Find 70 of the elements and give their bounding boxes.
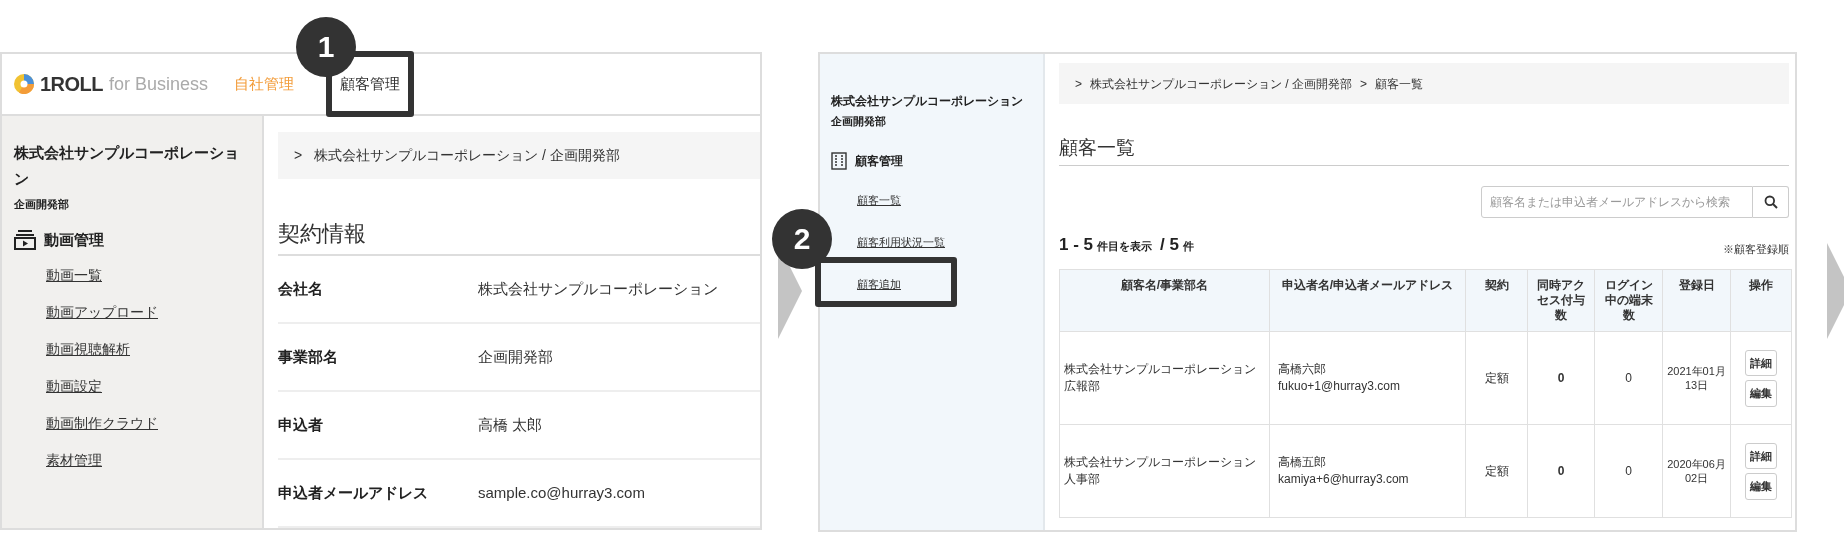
table-cell: 定額	[1465, 331, 1528, 425]
column-header: 同時アクセス付与数	[1527, 269, 1595, 332]
search-button[interactable]	[1753, 185, 1789, 218]
field-label: 事業部名	[278, 346, 339, 367]
table-cell: 高橋五郎 kamiya+6@hurray3.com	[1269, 424, 1466, 518]
sidebar-link[interactable]: 顧客一覧	[857, 193, 901, 206]
section-title: 動画管理	[44, 229, 104, 250]
column-header: 顧客名/事業部名	[1059, 269, 1270, 332]
table-cell: 高橋六郎 fukuo+1@hurray3.com	[1269, 331, 1466, 425]
breadcrumb-separator: >	[1360, 75, 1368, 93]
breadcrumb-separator: >	[1075, 75, 1082, 93]
section-title: 顧客管理	[855, 152, 903, 170]
action-button[interactable]: 詳細	[1745, 349, 1777, 376]
table-cell: 0	[1594, 331, 1663, 425]
page-title: 顧客一覧	[1059, 134, 1789, 166]
table-cell: 定額	[1465, 424, 1528, 518]
field-value: sample.co@hurray3.com	[478, 482, 645, 503]
field-label: 申込者	[278, 414, 324, 435]
step-badge: 2	[772, 208, 832, 269]
building-icon	[831, 151, 847, 170]
search-icon	[1763, 194, 1778, 209]
action-button[interactable]: 詳細	[1745, 442, 1777, 469]
table-cell: 0	[1527, 424, 1595, 518]
field-label: 会社名	[278, 278, 324, 299]
table-cell: 2021年01月13日	[1662, 331, 1731, 425]
sidebar-link[interactable]: 顧客追加	[857, 277, 901, 290]
logo-text: 1ROLL	[40, 72, 104, 97]
field-value: 高橋 太郎	[478, 414, 543, 435]
breadcrumb-link[interactable]: 株式会社サンプルコーポレーション / 企画開発部	[314, 145, 620, 166]
sidebar-link[interactable]: 顧客利用状況一覧	[857, 235, 945, 248]
table-cell: 株式会社サンプルコーポレーション 人事部	[1059, 424, 1270, 518]
field-value: 企画開発部	[478, 346, 553, 367]
sort-note: ※顧客登録順	[1723, 241, 1789, 257]
column-header: 操作	[1730, 269, 1792, 332]
field-label: 申込者メールアドレス	[278, 482, 429, 503]
sidebar-link[interactable]: 素材管理	[46, 452, 102, 468]
logo-subtitle: for Business	[109, 72, 209, 96]
table-cell: 0	[1594, 424, 1663, 518]
column-header: ログイン中の端末数	[1594, 269, 1663, 332]
column-header: 契約	[1465, 269, 1528, 332]
company-name: 株式会社サンプルコーポレーション	[14, 143, 240, 189]
field-value: 株式会社サンプルコーポレーション	[478, 278, 718, 299]
sidebar-link[interactable]: 動画制作クラウド	[46, 415, 158, 431]
logo-icon	[14, 74, 34, 94]
arrow-icon	[1827, 243, 1844, 339]
result-range: 1 - 5	[1059, 233, 1094, 256]
sidebar-link[interactable]: 動画アップロード	[46, 304, 158, 320]
page-title: 契約情報	[278, 217, 760, 256]
video-icon	[14, 229, 36, 250]
result-range-label: 件目を表示	[1097, 238, 1153, 254]
department-name: 企画開発部	[14, 197, 70, 212]
sidebar-link[interactable]: 動画設定	[46, 378, 102, 394]
company-name: 株式会社サンプルコーポレーション	[831, 93, 1024, 110]
breadcrumb-link[interactable]: 顧客一覧	[1375, 74, 1424, 93]
step-badge: 1	[296, 16, 357, 77]
department-name: 企画開発部	[831, 114, 887, 129]
table-cell: 株式会社サンプルコーポレーション 広報部	[1059, 331, 1270, 425]
breadcrumb-separator: >	[294, 146, 303, 165]
sidebar-link[interactable]: 動画一覧	[46, 267, 102, 283]
result-total-label: 件	[1182, 238, 1194, 254]
search-field[interactable]: 顧客名または申込者メールアドレスから検索	[1481, 185, 1753, 218]
table-cell: 0	[1527, 331, 1595, 425]
column-header: 申込者名/申込者メールアドレス	[1269, 269, 1466, 332]
table-cell: 2020年06月02日	[1662, 424, 1731, 518]
column-header: 登録日	[1662, 269, 1731, 332]
sidebar-link[interactable]: 動画視聴解析	[46, 341, 130, 357]
breadcrumb-link[interactable]: 株式会社サンプルコーポレーション / 企画開発部	[1090, 74, 1353, 93]
action-button[interactable]: 編集	[1745, 380, 1777, 407]
action-button[interactable]: 編集	[1745, 473, 1777, 500]
result-total: / 5	[1160, 233, 1179, 256]
